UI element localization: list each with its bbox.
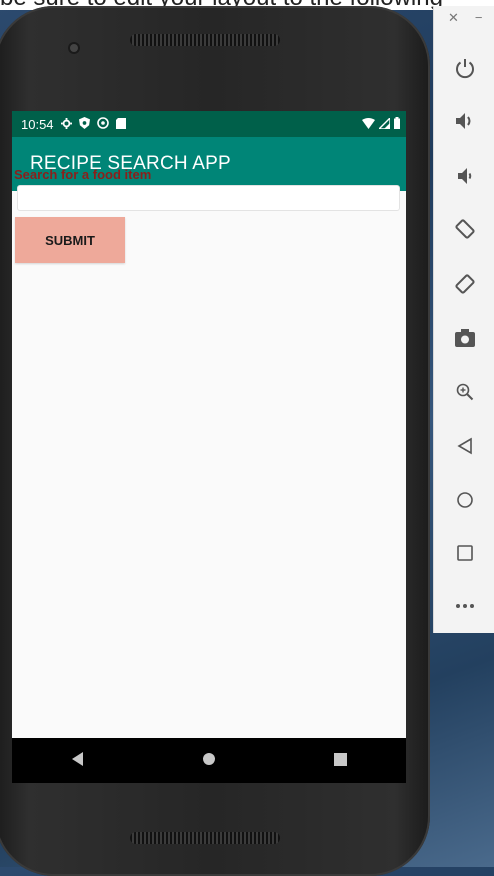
settings-icon bbox=[60, 117, 72, 132]
overview-icon[interactable] bbox=[434, 533, 494, 573]
recents-icon[interactable] bbox=[320, 750, 360, 771]
volume-up-icon[interactable] bbox=[434, 101, 494, 141]
status-bar: 10:54 bbox=[12, 111, 406, 137]
bottom-speaker bbox=[130, 832, 280, 844]
submit-button[interactable]: SUBMIT bbox=[15, 217, 125, 263]
window-controls: ✕ − bbox=[448, 10, 483, 26]
battery-icon bbox=[394, 117, 400, 132]
top-speaker bbox=[130, 34, 280, 46]
signal-icon bbox=[377, 116, 391, 132]
shield-icon bbox=[78, 116, 90, 132]
more-icon[interactable] bbox=[434, 586, 494, 626]
back-icon[interactable] bbox=[58, 750, 98, 771]
navigation-bar bbox=[12, 738, 406, 783]
zoom-icon[interactable] bbox=[434, 372, 494, 412]
rotate-right-icon[interactable] bbox=[434, 264, 494, 304]
search-label: Search for a food item bbox=[14, 167, 152, 182]
rotate-left-icon[interactable] bbox=[434, 209, 494, 249]
home-icon[interactable] bbox=[434, 480, 494, 520]
power-icon[interactable] bbox=[434, 48, 494, 88]
home-icon[interactable] bbox=[189, 750, 229, 771]
app-bar: RECIPE SEARCH APP bbox=[12, 137, 406, 191]
status-time: 10:54 bbox=[21, 116, 54, 132]
sync-icon bbox=[96, 116, 109, 132]
minimize-icon[interactable]: − bbox=[475, 10, 483, 26]
search-input[interactable] bbox=[17, 185, 400, 211]
sd-card-icon bbox=[115, 117, 126, 132]
volume-down-icon[interactable] bbox=[434, 156, 494, 196]
close-icon[interactable]: ✕ bbox=[448, 10, 459, 26]
front-camera bbox=[70, 44, 78, 52]
device-screen: 10:54 RECIPE SEARCH APP Search for a foo… bbox=[12, 111, 406, 783]
wifi-icon bbox=[362, 117, 375, 132]
back-icon[interactable] bbox=[434, 426, 494, 466]
status-right-icons bbox=[362, 116, 400, 132]
camera-icon[interactable] bbox=[434, 318, 494, 358]
emulator-toolbar: ✕ − bbox=[433, 6, 494, 633]
